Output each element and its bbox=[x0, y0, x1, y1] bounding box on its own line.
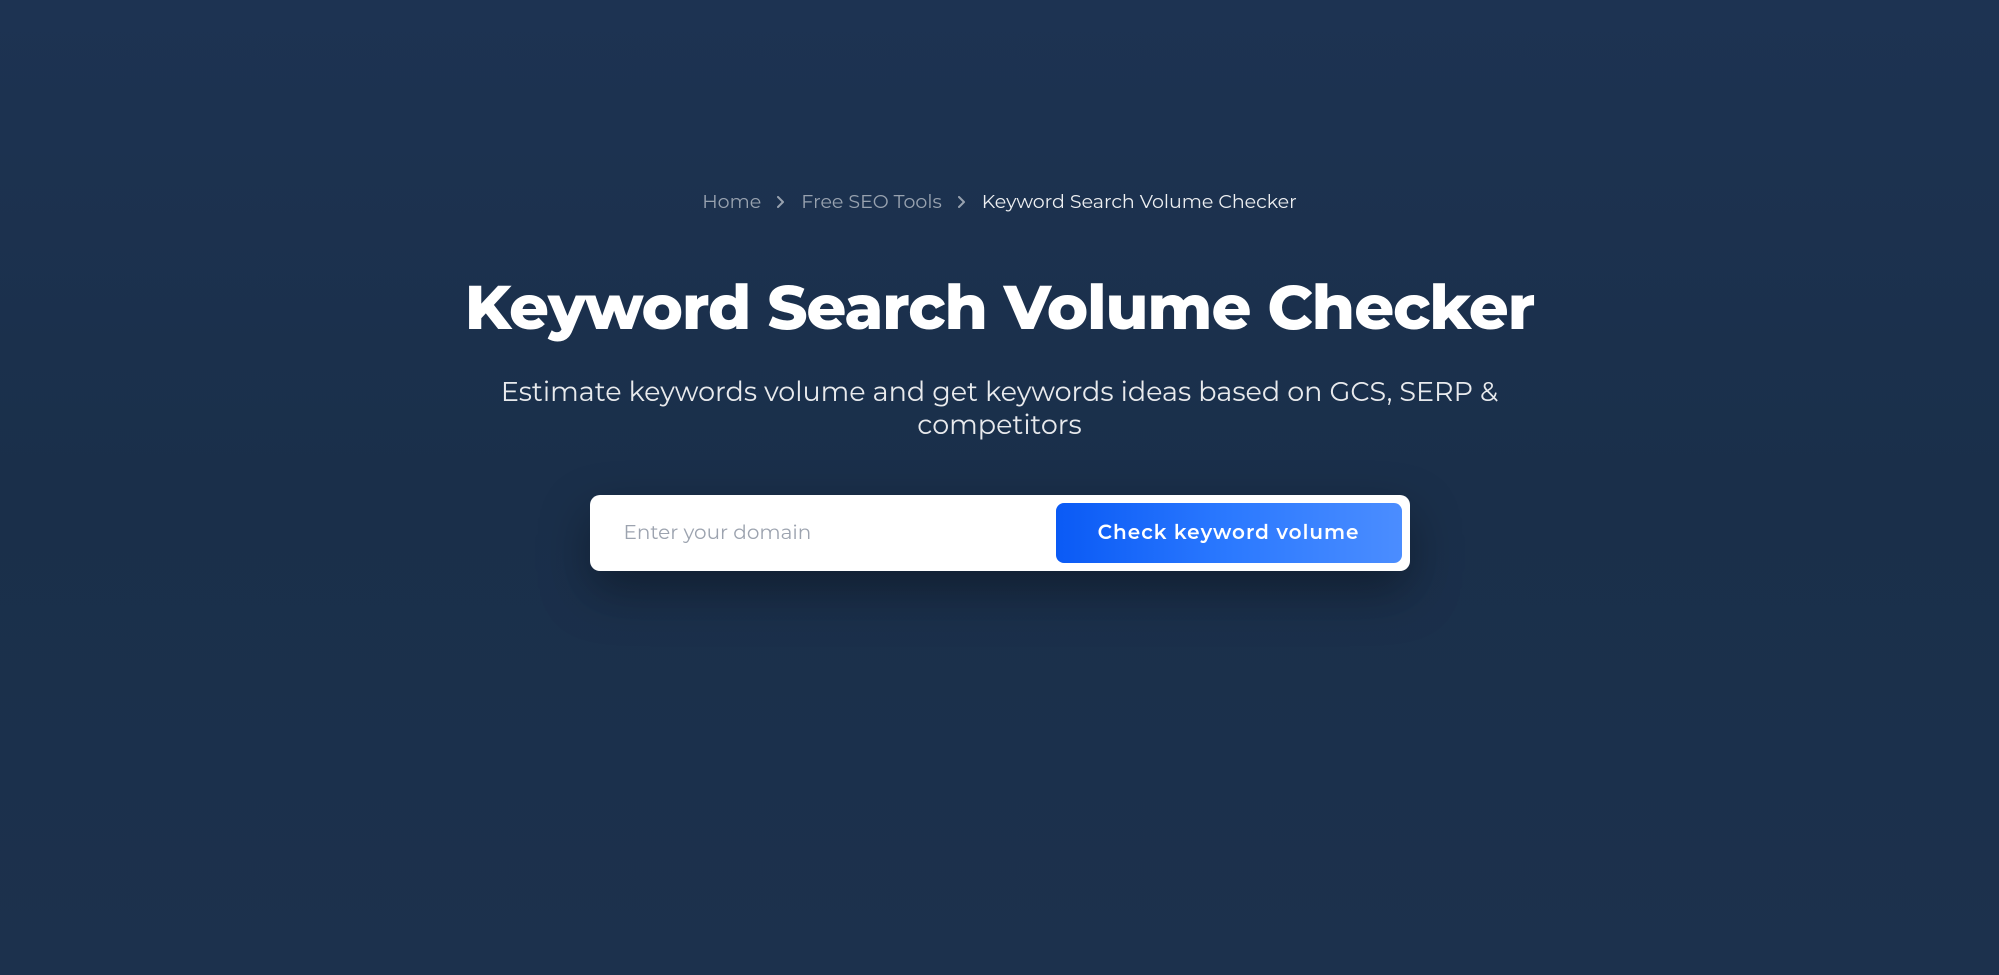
breadcrumb-link-free-seo-tools[interactable]: Free SEO Tools bbox=[801, 190, 942, 213]
check-keyword-volume-button[interactable]: Check keyword volume bbox=[1056, 503, 1402, 563]
domain-input[interactable] bbox=[598, 503, 1056, 563]
search-form: Check keyword volume bbox=[590, 495, 1410, 571]
page-subtitle: Estimate keywords volume and get keyword… bbox=[420, 375, 1580, 441]
hero-container: Home Free SEO Tools Keyword Search Volum… bbox=[400, 190, 1600, 975]
breadcrumb-current: Keyword Search Volume Checker bbox=[982, 190, 1297, 213]
chevron-right-icon bbox=[958, 196, 966, 208]
chevron-right-icon bbox=[777, 196, 785, 208]
breadcrumb: Home Free SEO Tools Keyword Search Volum… bbox=[420, 190, 1580, 213]
breadcrumb-link-home[interactable]: Home bbox=[702, 190, 761, 213]
page-title: Keyword Search Volume Checker bbox=[420, 273, 1580, 341]
